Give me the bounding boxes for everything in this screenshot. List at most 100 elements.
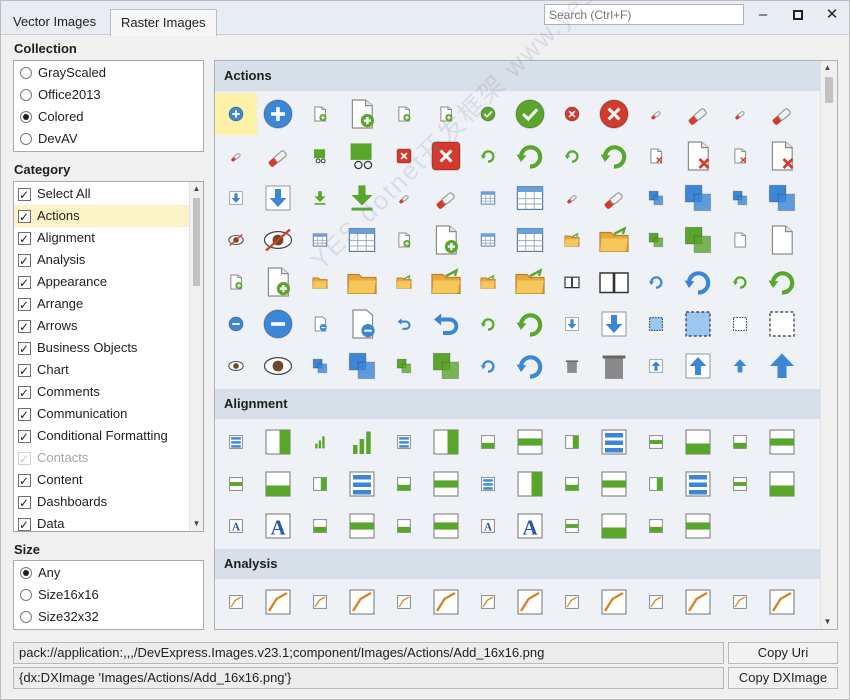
size-option[interactable]: Any [14, 562, 203, 584]
checkbox-icon[interactable] [18, 492, 31, 514]
center-v-large-icon[interactable] [257, 463, 299, 505]
category-item[interactable]: Appearance [14, 271, 189, 294]
analysis-1-large-icon[interactable] [257, 581, 299, 623]
category-item[interactable]: Arrange [14, 293, 189, 316]
new-table-small-icon[interactable] [215, 261, 257, 303]
delete-list-small-icon[interactable] [635, 135, 677, 177]
new-large-icon[interactable] [761, 219, 803, 261]
book-small-icon[interactable] [551, 261, 593, 303]
new-small-icon[interactable] [719, 219, 761, 261]
category-item[interactable]: Analysis [14, 249, 189, 272]
select-all-large-icon[interactable] [761, 303, 803, 345]
size-option[interactable]: Size16x16 [14, 584, 203, 606]
analysis-2-small-icon[interactable] [299, 581, 341, 623]
category-item[interactable]: Comments [14, 381, 189, 404]
checkbox-icon[interactable] [18, 470, 31, 492]
convert-small-icon[interactable] [551, 135, 593, 177]
up-large-icon[interactable] [761, 345, 803, 387]
align-right-2-large-icon[interactable] [509, 463, 551, 505]
refresh-2-large-icon[interactable] [761, 261, 803, 303]
edit-name-small-icon[interactable] [383, 177, 425, 219]
delete-large-icon[interactable] [425, 135, 467, 177]
remove-file-large-icon[interactable] [341, 303, 383, 345]
cut-small-icon[interactable] [299, 135, 341, 177]
clear-small-icon[interactable] [635, 93, 677, 135]
insert-row-small-icon[interactable] [383, 219, 425, 261]
open-2-large-icon[interactable] [509, 261, 551, 303]
category-item[interactable]: Dashboards [14, 491, 189, 514]
edit-small-icon[interactable] [551, 177, 593, 219]
checkbox-icon[interactable] [18, 184, 31, 206]
checkbox-icon[interactable] [18, 250, 31, 272]
undo-large-icon[interactable] [425, 303, 467, 345]
category-item[interactable]: Actions [14, 205, 189, 228]
radio-icon[interactable] [20, 589, 32, 601]
checkbox-icon[interactable] [18, 448, 31, 470]
group-2-large-icon[interactable] [677, 219, 719, 261]
text-arrow-large-icon[interactable]: A [509, 505, 551, 547]
center-h-small-icon[interactable] [467, 421, 509, 463]
add-small-icon[interactable] [215, 93, 257, 135]
split-large-icon[interactable] [341, 345, 383, 387]
align-left-large-icon[interactable] [341, 463, 383, 505]
insert-col-large-icon[interactable] [509, 219, 551, 261]
select-small-icon[interactable] [635, 303, 677, 345]
reload-large-icon[interactable] [677, 261, 719, 303]
chart-small-icon[interactable] [299, 421, 341, 463]
download-arrow-large-icon[interactable] [341, 177, 383, 219]
add-file-large-2-icon[interactable] [425, 93, 467, 135]
category-item[interactable]: Contacts [14, 447, 189, 470]
radio-icon[interactable] [20, 133, 32, 145]
analysis-5-large-icon[interactable] [593, 581, 635, 623]
analysis-3-large-icon[interactable] [425, 581, 467, 623]
reload-small-icon[interactable] [635, 261, 677, 303]
wrap-small-icon[interactable] [635, 505, 677, 547]
align-right-small-icon[interactable] [719, 421, 761, 463]
analysis-6-large-icon[interactable] [677, 581, 719, 623]
split-small-icon[interactable] [299, 345, 341, 387]
refresh-2-small-icon[interactable] [719, 261, 761, 303]
table-large-icon[interactable] [593, 505, 635, 547]
clear-formatting-large-icon[interactable] [761, 93, 803, 135]
scroll-down-icon[interactable]: ▼ [821, 615, 834, 629]
scroll-up-icon[interactable]: ▲ [821, 61, 834, 75]
book-large-icon[interactable] [593, 261, 635, 303]
save-to-large-icon[interactable] [593, 303, 635, 345]
folder-small-icon[interactable] [299, 261, 341, 303]
cut-large-icon[interactable] [341, 135, 383, 177]
insert-col-small-icon[interactable] [467, 219, 509, 261]
category-item[interactable]: Chart [14, 359, 189, 382]
save-to-small-icon[interactable] [551, 303, 593, 345]
insert-small-icon[interactable] [299, 219, 341, 261]
align-h-large-icon[interactable] [677, 421, 719, 463]
trash-small-icon[interactable] [551, 345, 593, 387]
analysis-7-small-icon[interactable] [719, 581, 761, 623]
sync-large-icon[interactable] [509, 345, 551, 387]
export-small-icon[interactable] [467, 177, 509, 219]
checkbox-icon[interactable] [18, 426, 31, 448]
add-item-small-icon[interactable] [299, 93, 341, 135]
analysis-4-small-icon[interactable] [467, 581, 509, 623]
checkbox-icon[interactable] [18, 382, 31, 404]
category-list[interactable]: Select All Actions Alignment Analysis Appear… [13, 181, 204, 532]
open-large-icon[interactable] [593, 219, 635, 261]
collection-option[interactable]: DevAV [14, 128, 203, 150]
text-arrow-small-icon[interactable]: A [467, 505, 509, 547]
collection-option[interactable]: Colored [14, 106, 203, 128]
add-file-small-icon[interactable] [383, 93, 425, 135]
download-small-icon[interactable] [215, 177, 257, 219]
wrap-large-icon[interactable] [677, 505, 719, 547]
download-large-icon[interactable] [257, 177, 299, 219]
apply-large-icon[interactable] [509, 93, 551, 135]
chart-large-icon[interactable] [341, 421, 383, 463]
category-item[interactable]: Alignment [14, 227, 189, 250]
open-small-icon[interactable] [551, 219, 593, 261]
group-small-icon[interactable] [635, 177, 677, 219]
category-scrollbar[interactable]: ▲ ▼ [189, 182, 203, 531]
checkbox-icon[interactable] [18, 514, 31, 531]
clear-formatting-small-icon[interactable] [719, 93, 761, 135]
new-table-large-icon[interactable] [257, 261, 299, 303]
align-right-large-icon[interactable] [761, 421, 803, 463]
remove-small-icon[interactable] [215, 303, 257, 345]
cancel-large-icon[interactable] [593, 93, 635, 135]
